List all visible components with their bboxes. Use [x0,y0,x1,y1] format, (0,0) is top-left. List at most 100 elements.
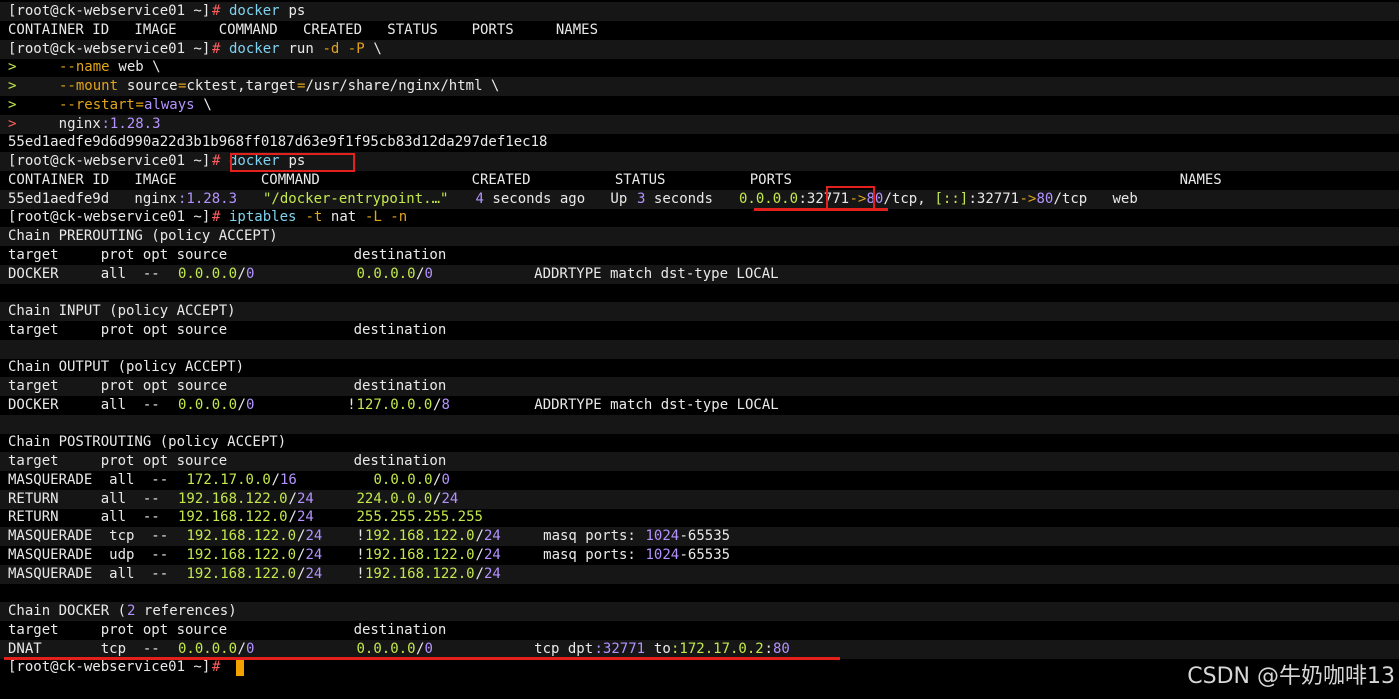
terminal-text: iptables [229,209,305,226]
terminal-text: 192.168.122.0 [178,490,288,507]
terminal-text: ADDRTYPE match dst-type LOCAL [433,265,779,282]
terminal-text: docker [229,40,289,57]
terminal-text: 192.168.122.0 [186,565,297,582]
terminal-text: Chain PREROUTING (policy ACCEPT) [8,228,278,244]
highlight-docker-ps-command [230,153,355,172]
terminal-text: 0.0.0.0 [178,640,238,657]
terminal-text: to [645,640,671,657]
terminal-text: ! [254,396,356,413]
terminal-text: 0 [441,471,450,488]
terminal-line: > --restart = always \ [0,96,1399,115]
terminal-line: MASQUERADE udp -- 192.168.122.0/24 ! 192.… [0,546,1399,565]
terminal-text: / [271,471,280,488]
terminal-line: DOCKER all -- 0.0.0.0/0 0.0.0.0/0 ADDRTY… [0,264,1399,284]
terminal-text: :32771 [968,190,1020,207]
terminal-text: --mount [59,78,119,94]
terminal-text: 0.0.0.0 [356,265,416,282]
terminal-text: -65535 [679,546,731,563]
terminal-text: 2 [127,603,136,619]
terminal-text: 24 [305,546,323,563]
terminal-text: 24 [484,565,501,582]
terminal-text: / [433,490,442,507]
terminal-text: source [118,78,178,94]
terminal-text: :172.17.0.2 [671,640,764,657]
terminal-text: -d -P [322,40,365,57]
terminal-text: / [475,528,484,544]
terminal-text: 1024 [645,528,680,544]
terminal-text: > [8,96,17,113]
terminal-line: MASQUERADE all -- 172.17.0.0/16 0.0.0.0/… [0,471,1399,490]
terminal-text: # [212,209,229,226]
terminal-text: 0.0.0.0 [373,471,433,488]
terminal-text: target prot opt source destination [8,621,447,638]
terminal-text: \ [365,40,382,57]
terminal-text: seconds ago Up [484,190,636,207]
terminal-text: --restart [59,96,135,113]
terminal-text: target prot opt source destination [8,246,447,263]
terminal-line: RETURN all -- 192.168.122.0/24 255.255.2… [0,508,1399,527]
terminal-text: Chain DOCKER ( [8,603,127,619]
terminal-text: # [212,40,229,57]
terminal-text: DOCKER all -- [8,265,177,282]
terminal-text: / [288,490,297,507]
terminal-text: 24 [484,528,501,544]
terminal-text: ADDRTYPE match dst-type LOCAL [450,396,779,413]
terminal-text: / [416,265,425,282]
terminal-text: 55ed1aedfe9d nginx [8,190,177,207]
underline-port-mapping [754,208,888,211]
terminal-text: 0.0.0.0 [178,265,238,282]
terminal-text: 0 [424,265,433,282]
terminal-text: # [212,153,229,169]
terminal-text: # [212,3,229,19]
terminal-text: 192.168.122.0 [365,565,475,582]
terminal-text: > [8,78,17,94]
terminal-text: 192.168.122.0 [186,546,297,563]
terminal-cursor[interactable] [236,660,244,676]
terminal-text: 80 [1036,190,1054,207]
terminal-line: RETURN all -- 192.168.122.0/24 224.0.0.0… [0,489,1399,509]
terminal-text: run [288,40,323,57]
terminal-text: 0 [424,640,433,657]
terminal-text: / [475,546,484,563]
terminal-text: MASQUERADE all -- [8,471,186,488]
terminal-text: 192.168.122.0 [365,546,475,563]
terminal-text: references) [135,603,237,619]
terminal-text: :1.28.3 [101,115,161,132]
terminal-text: [root@ck-webservice01 ~] [8,209,211,226]
terminal-text: MASQUERADE udp -- [8,546,186,563]
terminal-text: 0.0.0.0 [178,396,238,413]
terminal-text: -65535 [679,528,731,544]
terminal-text: tcp dpt [433,640,594,657]
terminal-text: 24 [305,565,323,582]
terminal-line: DOCKER all -- 0.0.0.0/0 ! 127.0.0.0/8 ADD… [0,396,1399,415]
terminal-text: / [416,640,425,657]
terminal-text: 1024 [645,546,680,563]
terminal-window[interactable]: [root@ck-webservice01 ~] # docker ps CONTA… [0,0,1399,699]
terminal-text: cktest,target [186,78,297,94]
terminal-text: CONTAINER ID IMAGE COMMAND CREATED STATU… [8,171,1222,188]
terminal-line: [root@ck-webservice01 ~] # docker ps [0,2,1399,21]
terminal-line: target prot opt source destination [0,246,1399,265]
terminal-text: 0 [246,265,255,282]
underline-dnat-rule [4,657,840,660]
terminal-text: "/docker-entrypoint.…" [263,190,449,207]
terminal-text: -L -n [365,209,408,226]
terminal-text: :32771 [594,640,646,657]
terminal-text: 24 [441,490,459,507]
terminal-text: = [178,78,187,94]
terminal-text: = [135,96,144,113]
terminal-text: / [237,396,246,413]
terminal-line [0,339,1399,359]
terminal-text: /tcp, [883,190,935,207]
terminal-text: target prot opt source destination [8,378,447,394]
terminal-line: [root@ck-webservice01 ~] # docker run -d … [0,39,1399,59]
terminal-text: 127.0.0.0 [356,396,433,413]
terminal-text: # [212,659,229,676]
terminal-text: > [8,115,17,132]
terminal-text: target prot opt source destination [8,321,447,338]
terminal-text: always [144,96,195,113]
terminal-text: nginx [16,115,101,132]
